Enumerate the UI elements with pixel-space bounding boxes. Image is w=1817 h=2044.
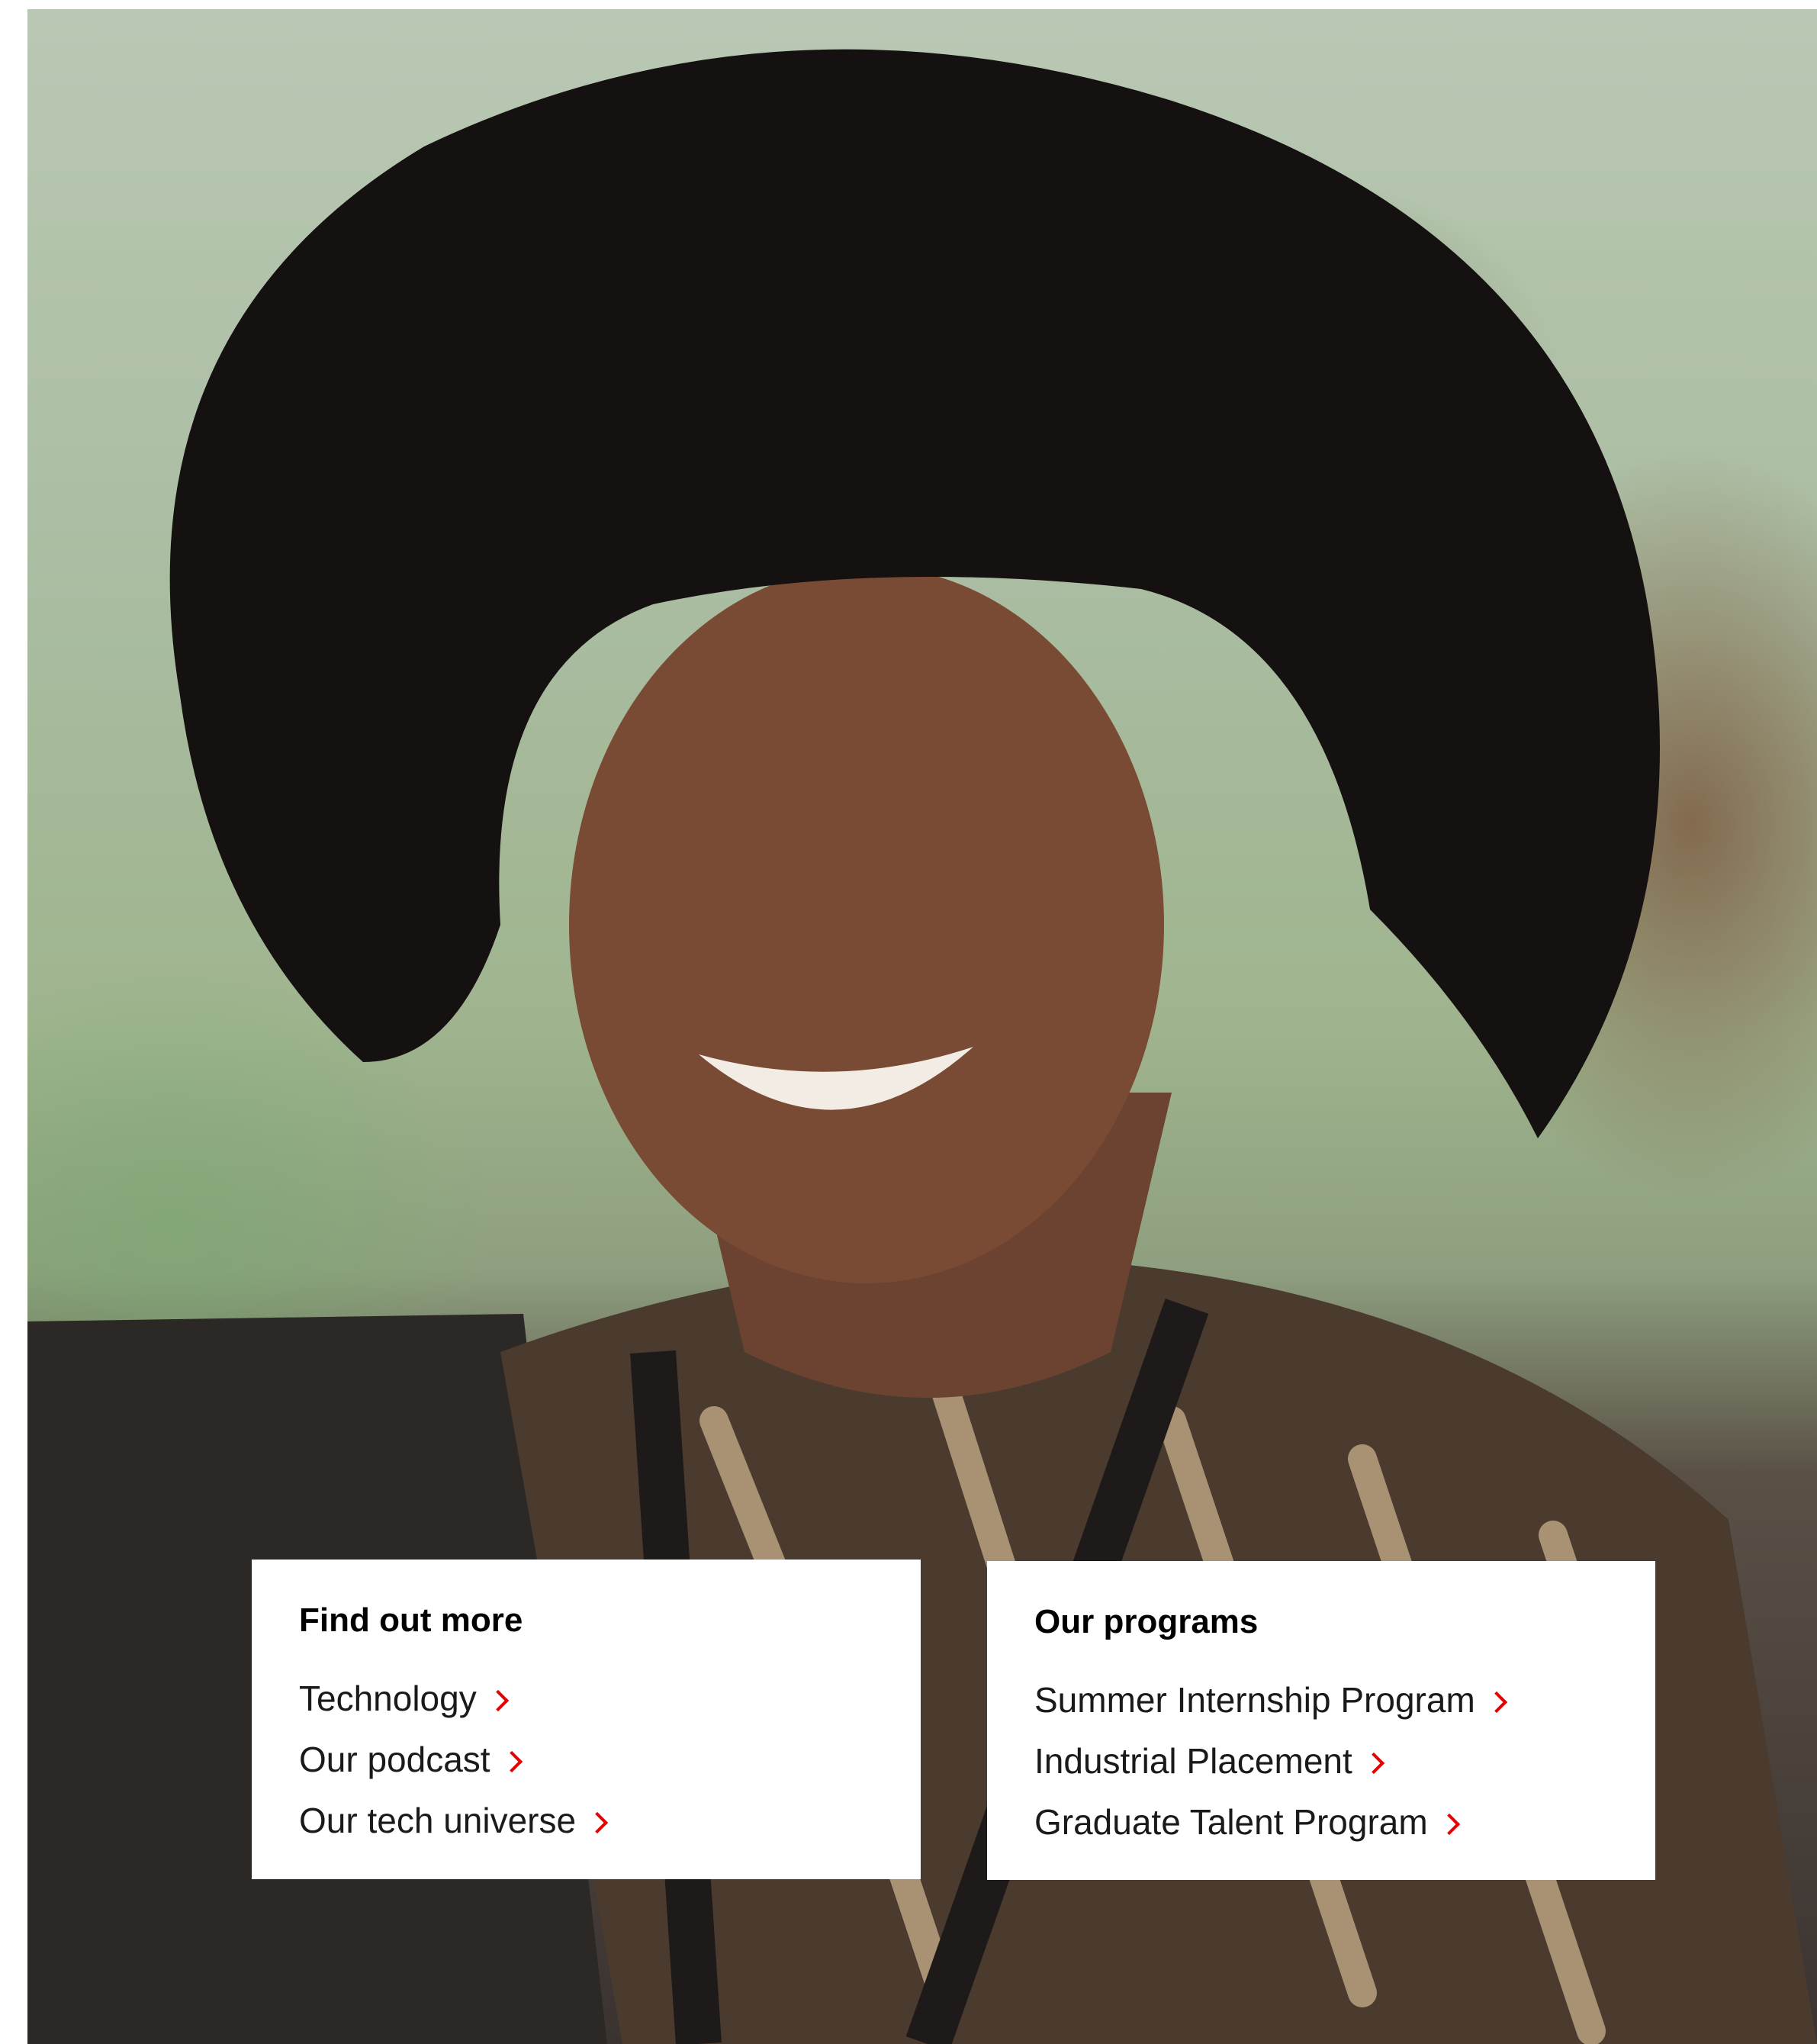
graduate-talent-program-link-label: Graduate Talent Program bbox=[1034, 1802, 1428, 1842]
our-podcast-link[interactable]: Our podcast bbox=[299, 1729, 873, 1790]
industrial-placement-link[interactable]: Industrial Placement bbox=[1034, 1730, 1608, 1791]
chevron-right-icon bbox=[1362, 1752, 1384, 1775]
graduate-talent-program-link[interactable]: Graduate Talent Program bbox=[1034, 1791, 1608, 1852]
chevron-right-icon bbox=[1438, 1813, 1460, 1836]
chevron-right-icon bbox=[487, 1689, 509, 1712]
technology-link[interactable]: Technology bbox=[299, 1668, 873, 1729]
our-programs-card: Our programs Summer Internship Program I… bbox=[987, 1561, 1655, 1880]
chevron-right-icon bbox=[586, 1811, 609, 1834]
technology-link-label: Technology bbox=[299, 1679, 477, 1718]
chevron-right-icon bbox=[500, 1750, 523, 1773]
find-out-more-links: Technology Our podcast Our tech universe bbox=[299, 1668, 873, 1851]
chevron-right-icon bbox=[1485, 1691, 1507, 1714]
our-programs-title: Our programs bbox=[1034, 1603, 1259, 1640]
our-programs-links: Summer Internship Program Industrial Pla… bbox=[1034, 1669, 1608, 1852]
summer-internship-program-link-label: Summer Internship Program bbox=[1034, 1680, 1475, 1720]
summer-internship-program-link[interactable]: Summer Internship Program bbox=[1034, 1669, 1608, 1730]
page: Find out more Technology Our podcast Our… bbox=[0, 0, 1817, 2044]
find-out-more-title: Find out more bbox=[299, 1601, 523, 1639]
face-shape bbox=[569, 566, 1164, 1283]
our-tech-universe-link[interactable]: Our tech universe bbox=[299, 1790, 873, 1851]
find-out-more-card: Find out more Technology Our podcast Our… bbox=[252, 1560, 921, 1879]
industrial-placement-link-label: Industrial Placement bbox=[1034, 1741, 1352, 1781]
our-tech-universe-link-label: Our tech universe bbox=[299, 1801, 577, 1840]
our-podcast-link-label: Our podcast bbox=[299, 1740, 490, 1779]
